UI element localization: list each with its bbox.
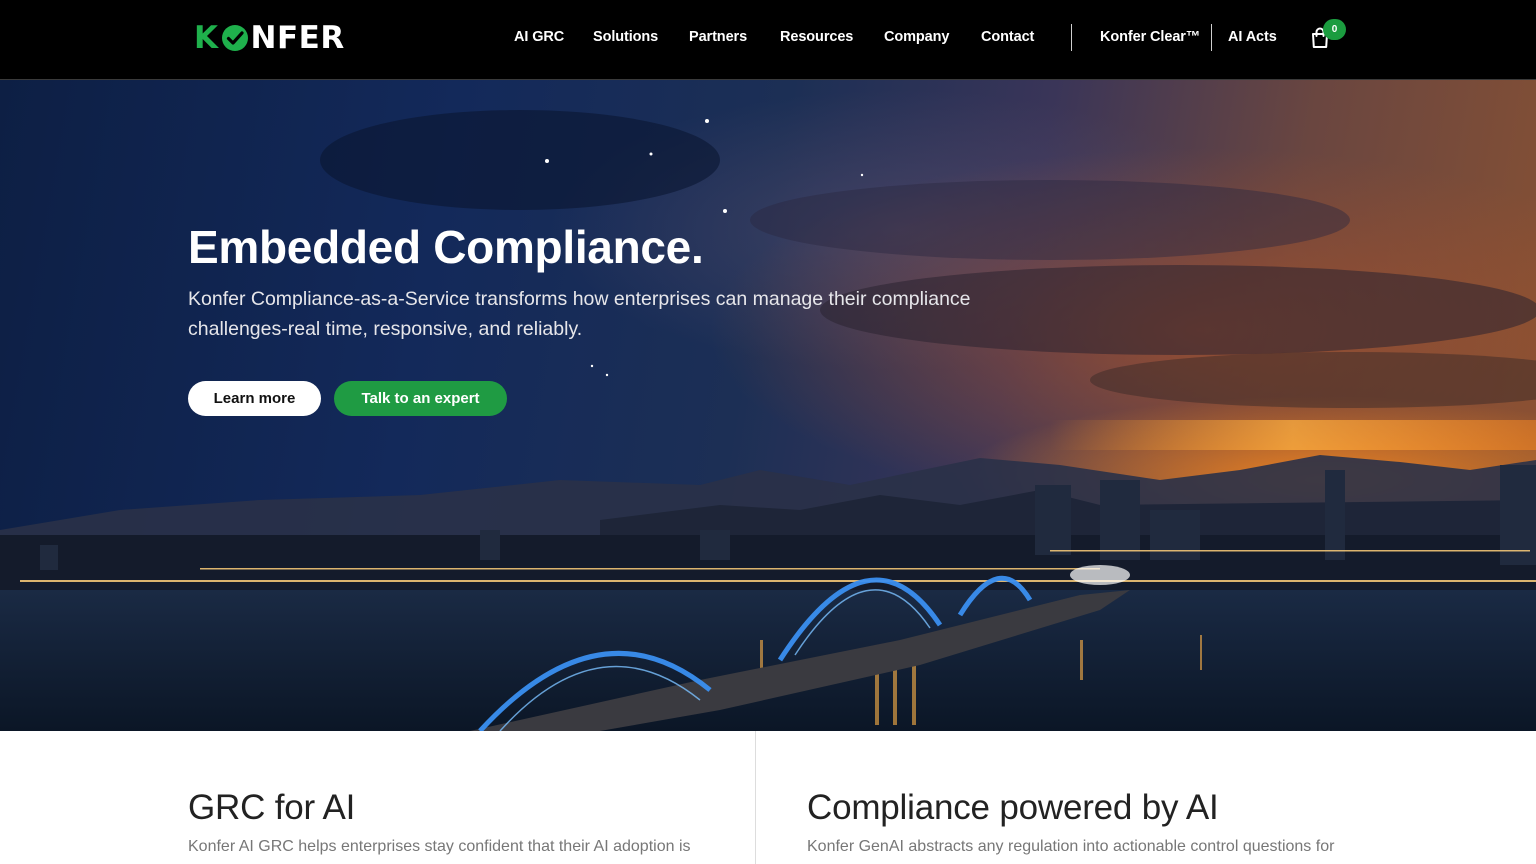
site-header: K NFER AI GRC Solutions Partners Resourc… xyxy=(0,0,1536,80)
nav-ai-acts[interactable]: AI Acts xyxy=(1228,29,1277,45)
feature-divider xyxy=(755,731,756,864)
nav-contact[interactable]: Contact xyxy=(981,29,1034,45)
nav-divider xyxy=(1071,24,1072,51)
hero-description: Konfer Compliance-as-a-Service transform… xyxy=(188,288,971,340)
logo-letter-k: K xyxy=(194,20,219,56)
nav-konfer-clear[interactable]: Konfer Clear™ xyxy=(1100,29,1200,45)
feature-text-compliance-powered-by-ai: Konfer GenAI abstracts any regulation in… xyxy=(807,838,1335,855)
nav-company[interactable]: Company xyxy=(884,29,949,45)
nav-resources[interactable]: Resources xyxy=(780,29,853,45)
talk-to-expert-button[interactable]: Talk to an expert xyxy=(334,381,507,416)
learn-more-button[interactable]: Learn more xyxy=(188,381,321,416)
features-section: GRC for AI Konfer AI GRC helps enterpris… xyxy=(0,731,1536,864)
hero-section: Embedded Compliance. Konfer Compliance-a… xyxy=(0,80,1536,731)
cart-count-badge: 0 xyxy=(1323,19,1346,40)
feature-title-compliance-powered-by-ai: Compliance powered by AI xyxy=(807,788,1219,827)
feature-title-grc-for-ai: GRC for AI xyxy=(188,788,356,827)
nav-partners[interactable]: Partners xyxy=(689,29,747,45)
nav-divider xyxy=(1211,24,1212,51)
nav-ai-grc[interactable]: AI GRC xyxy=(514,29,564,45)
konfer-logo[interactable]: K NFER xyxy=(194,21,345,55)
logo-check-mark-icon xyxy=(221,25,248,51)
nav-solutions[interactable]: Solutions xyxy=(593,29,658,45)
hero-title: Embedded Compliance. xyxy=(188,221,704,273)
logo-wordmark: NFER xyxy=(250,20,345,56)
feature-text-grc-for-ai: Konfer AI GRC helps enterprises stay con… xyxy=(188,838,691,855)
